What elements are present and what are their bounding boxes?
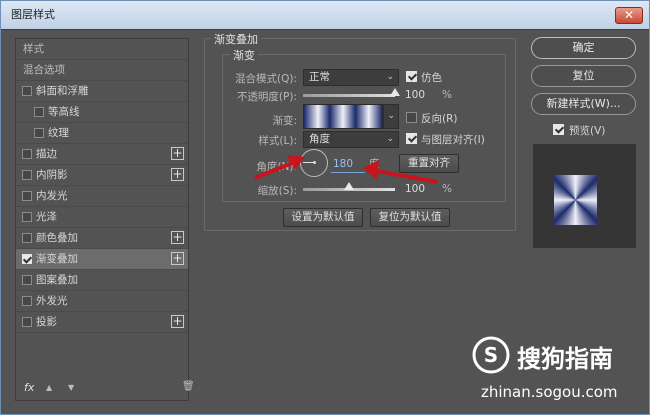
- style-checkbox[interactable]: [22, 296, 32, 306]
- annotation-arrows: [254, 155, 438, 184]
- style-checkbox[interactable]: [22, 212, 32, 222]
- title-bar: 图层样式 ✕: [1, 1, 649, 29]
- style-checkbox[interactable]: [34, 128, 44, 138]
- style-list-item[interactable]: 外发光: [16, 291, 188, 312]
- move-up-icon[interactable]: ▲: [46, 383, 52, 392]
- style-list-item[interactable]: 光泽: [16, 207, 188, 228]
- opacity-label: 不透明度(P):: [236, 91, 297, 103]
- chevron-down-icon: ⌄: [386, 72, 394, 82]
- style-list-item-label: 等高线: [48, 106, 80, 118]
- style-list: 样式混合选项斜面和浮雕等高线纹理描边 + 内阴影 + 内发光光泽颜色叠加 + 渐变叠加 + 图案…: [15, 38, 195, 401]
- subgroup-title: 渐变: [230, 47, 258, 63]
- close-icon: ✕: [623, 8, 635, 22]
- style-checkbox[interactable]: [22, 275, 32, 285]
- style-list-footer: fx ▲ ▼ 🗑: [16, 376, 195, 400]
- gradient-picker-button[interactable]: ⌄: [383, 104, 399, 129]
- style-list-item-label: 渐变叠加: [36, 253, 78, 265]
- style-list-item-label: 投影: [36, 316, 57, 328]
- add-effect-icon[interactable]: +: [171, 231, 184, 244]
- scale-percent: %: [442, 183, 452, 195]
- style-list-item[interactable]: 渐变叠加 +: [16, 249, 188, 270]
- style-checkbox[interactable]: [22, 86, 32, 96]
- preview-label: 预览(V): [569, 125, 606, 137]
- style-list-item-label: 外发光: [36, 295, 68, 307]
- style-list-item-label: 斜面和浮雕: [36, 85, 89, 97]
- style-checkbox[interactable]: [22, 317, 32, 327]
- style-list-item-label: 样式: [23, 43, 44, 55]
- layer-style-dialog: 图层样式 ✕ 样式混合选项斜面和浮雕等高线纹理描边 + 内阴影 + 内发光光泽颜色叠加 +…: [0, 0, 650, 415]
- group-title: 渐变叠加: [211, 31, 261, 47]
- watermark: S 搜狗指南 zhinan.sogou.com: [471, 335, 646, 415]
- chevron-down-icon: ⌄: [387, 111, 395, 121]
- close-button[interactable]: ✕: [615, 7, 643, 24]
- style-list-item-label: 描边: [36, 148, 57, 160]
- opacity-slider-thumb[interactable]: [390, 88, 400, 96]
- style-list-item[interactable]: 内发光: [16, 186, 188, 207]
- style-list-item-label: 内发光: [36, 190, 68, 202]
- style-list-item[interactable]: 投影 +: [16, 312, 188, 333]
- style-checkbox[interactable]: [22, 149, 32, 159]
- add-effect-icon[interactable]: +: [171, 147, 184, 160]
- style-checkbox[interactable]: [22, 170, 32, 180]
- style-list-item[interactable]: 颜色叠加 +: [16, 228, 188, 249]
- add-effect-icon[interactable]: +: [171, 168, 184, 181]
- arrow-line-right: [376, 169, 438, 184]
- style-list-item-label: 纹理: [48, 127, 69, 139]
- arrow-head-right: [363, 160, 379, 180]
- style-list-item-label: 图案叠加: [36, 274, 78, 286]
- style-checkbox[interactable]: [22, 254, 32, 264]
- svg-text:S: S: [484, 343, 498, 367]
- style-list-item-label: 颜色叠加: [36, 232, 78, 244]
- watermark-url: zhinan.sogou.com: [481, 383, 618, 401]
- reset-button[interactable]: 复位: [531, 65, 636, 87]
- add-effect-icon[interactable]: +: [171, 315, 184, 328]
- watermark-brand: 搜狗指南: [517, 345, 613, 373]
- window-title: 图层样式: [11, 8, 55, 21]
- style-list-item[interactable]: 内阴影 +: [16, 165, 188, 186]
- blend-mode-select[interactable]: 正常 ⌄: [303, 69, 399, 86]
- blend-mode-value: 正常: [309, 71, 330, 83]
- style-list-item-label: 光泽: [36, 211, 57, 223]
- add-effect-icon[interactable]: +: [171, 252, 184, 265]
- arrow-line-left: [254, 159, 298, 180]
- opacity-percent: %: [442, 89, 452, 101]
- move-down-icon[interactable]: ▼: [68, 383, 74, 392]
- style-list-item[interactable]: 斜面和浮雕: [16, 81, 188, 102]
- reset-to-default-button[interactable]: 复位为默认值: [370, 208, 450, 227]
- gradient-swatch[interactable]: [303, 104, 383, 129]
- reverse-checkbox[interactable]: [406, 112, 417, 123]
- opacity-slider[interactable]: [303, 88, 400, 97]
- trash-icon[interactable]: 🗑: [182, 381, 195, 392]
- style-list-item[interactable]: 描边 +: [16, 144, 188, 165]
- blend-mode-label: 混合模式(Q):: [235, 73, 297, 85]
- style-list-item[interactable]: 样式: [16, 39, 188, 60]
- style-list-item-label: 混合选项: [23, 64, 65, 76]
- style-list-item[interactable]: 混合选项: [16, 60, 188, 81]
- preview-thumbnail: [554, 175, 597, 225]
- gradient-label: 渐变:: [272, 115, 297, 127]
- style-preview: [533, 144, 636, 248]
- style-list-item[interactable]: 图案叠加: [16, 270, 188, 291]
- style-list-item[interactable]: 纹理: [16, 123, 188, 144]
- opacity-value[interactable]: 100: [405, 88, 425, 102]
- reverse-label: 反向(R): [421, 113, 458, 125]
- preview-checkbox[interactable]: [553, 124, 564, 135]
- new-style-button[interactable]: 新建样式(W)...: [531, 93, 636, 115]
- style-list-item[interactable]: 等高线: [16, 102, 188, 123]
- style-list-item-label: 内阴影: [36, 169, 68, 181]
- style-checkbox[interactable]: [34, 107, 44, 117]
- style-checkbox[interactable]: [22, 233, 32, 243]
- make-default-button[interactable]: 设置为默认值: [283, 208, 363, 227]
- dither-checkbox[interactable]: [406, 71, 417, 82]
- sogou-logo-icon: S: [472, 336, 510, 374]
- dither-label: 仿色: [421, 72, 442, 84]
- dialog-content: 样式混合选项斜面和浮雕等高线纹理描边 + 内阴影 + 内发光光泽颜色叠加 + 渐变叠加 + 图案…: [1, 29, 649, 414]
- style-checkbox[interactable]: [22, 191, 32, 201]
- ok-button[interactable]: 确定: [531, 37, 636, 59]
- fx-button[interactable]: fx: [24, 381, 34, 394]
